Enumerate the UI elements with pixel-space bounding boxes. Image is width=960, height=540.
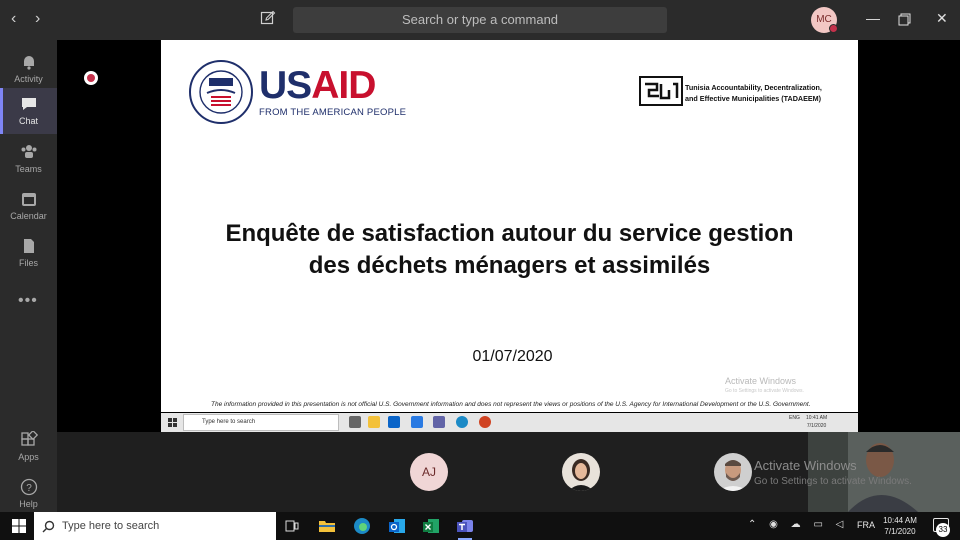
rail-label-activity: Activity [14, 74, 43, 84]
shared-screen-slide: USAID FROM THE AMERICAN PEOPLE Tunisia A… [161, 40, 858, 412]
file-explorer-icon [368, 416, 380, 428]
activate-windows-watermark-overlay-sub: Go to Settings to activate Windows. [754, 476, 912, 487]
participant-photo-woman[interactable] [562, 453, 600, 491]
rail-label-calendar: Calendar [10, 211, 47, 221]
powerpoint-icon [479, 416, 491, 428]
presenter-taskbar: Type here to search ENG 10:41 AM 7/1/202… [161, 413, 858, 432]
svg-text:?: ? [26, 483, 32, 494]
rail-label-help: Help [19, 499, 38, 509]
usaid-seal-logo [189, 60, 253, 124]
slide-disclaimer: The information provided in this present… [211, 401, 811, 408]
slide-title-line2: des déchets ménagers et assimilés [308, 252, 711, 279]
taskbar-date: 7/1/2020 [884, 527, 916, 536]
chat-icon [21, 98, 36, 110]
help-icon: ? [20, 478, 37, 496]
slide-title: Enquête de satisfaction autour du servic… [161, 218, 858, 282]
restore-icon[interactable] [898, 13, 911, 26]
teams-taskbar-button[interactable] [456, 517, 474, 540]
participant-avatar-aj[interactable]: AJ [410, 453, 448, 491]
minimize-icon[interactable]: — [866, 10, 880, 26]
excel-icon[interactable] [422, 517, 440, 535]
notification-count-badge: 33 [936, 523, 950, 537]
edge-icon[interactable] [353, 517, 371, 535]
rail-item-calendar[interactable]: Calendar [0, 183, 57, 229]
taskbar-time: 10:44 AM [883, 516, 917, 525]
activate-windows-watermark: Activate Windows [725, 376, 797, 386]
compose-icon[interactable] [260, 10, 276, 26]
tadaeem-line2: and Effective Municipalities (TADAEEM) [685, 94, 822, 103]
recording-indicator-icon [84, 71, 98, 85]
participant-photo-man[interactable] [714, 453, 752, 491]
rail-item-files[interactable]: Files [0, 230, 57, 276]
task-view-icon [349, 416, 361, 428]
input-language-indicator[interactable]: FRA [857, 520, 875, 530]
presenter-time: 10:41 AM [806, 415, 828, 421]
forward-arrow-icon[interactable]: › [35, 10, 40, 28]
edge-icon [456, 416, 468, 428]
close-icon[interactable]: ✕ [936, 10, 948, 27]
activate-windows-watermark-sub: Go to Settings to activate Windows. [725, 388, 804, 394]
participant-photo [714, 453, 752, 491]
system-tray-icons[interactable]: ⌃ ◉ ☁ ▭ ◁ [748, 519, 848, 530]
rail-item-teams[interactable]: Teams [0, 136, 57, 182]
tadaeem-program-name: Tunisia Accountability, Decentralization… [685, 82, 857, 104]
outlook-icon[interactable] [388, 517, 406, 535]
apps-icon [20, 431, 38, 446]
windows-taskbar: Type here to search ⌃ ◉ ☁ ▭ ◁ FRA 10:44 … [0, 512, 960, 540]
teams-app-icon [433, 416, 445, 428]
outlook-app-icon [411, 416, 423, 428]
rail-item-chat[interactable]: Chat [0, 88, 57, 134]
activate-windows-watermark-overlay: Activate Windows [754, 458, 857, 473]
search-icon [42, 520, 55, 533]
task-view-icon[interactable] [283, 517, 301, 535]
participant-photo [562, 453, 600, 491]
calendar-icon [21, 193, 36, 206]
presenter-date: 7/1/2020 [806, 423, 827, 429]
back-arrow-icon[interactable]: ‹ [11, 10, 16, 28]
taskbar-clock[interactable]: 10:44 AM 7/1/2020 [878, 515, 922, 537]
presence-status-icon [829, 24, 838, 33]
rail-label-chat: Chat [18, 116, 38, 126]
rail-label-files: Files [18, 258, 38, 268]
teams-icon [21, 145, 36, 158]
bell-icon [23, 56, 34, 70]
usaid-tagline: FROM THE AMERICAN PEOPLE [259, 107, 407, 118]
teams-title-bar: ‹ › Search or type a command MC — ✕ [0, 0, 960, 40]
files-icon [23, 239, 34, 253]
rail-item-help[interactable]: ? Help [0, 471, 57, 517]
slide-date: 01/07/2020 [472, 348, 553, 365]
windows-start-icon [168, 418, 177, 427]
app-rail: Activity Chat Teams Calendar Files ••• A… [0, 40, 57, 512]
presenter-search-box: Type here to search [183, 414, 339, 431]
windows-start-button[interactable] [12, 519, 26, 533]
teams-icon [457, 520, 473, 532]
command-search-box[interactable]: Search or type a command [293, 7, 667, 33]
taskbar-search-box[interactable]: Type here to search [34, 512, 276, 540]
outlook-icon [388, 416, 400, 428]
more-apps-icon[interactable]: ••• [18, 292, 38, 310]
rail-label-teams: Teams [15, 164, 42, 174]
file-explorer-icon[interactable] [318, 517, 336, 535]
slide-title-line1: Enquête de satisfaction autour du servic… [225, 220, 794, 247]
usaid-wordmark: USAID [259, 64, 376, 107]
rail-item-activity[interactable]: Activity [0, 46, 57, 92]
presenter-tray-lang: ENG [789, 415, 800, 421]
rail-item-apps[interactable]: Apps [0, 424, 57, 470]
presenter-clock: 10:41 AM 7/1/2020 [806, 414, 827, 430]
rail-label-apps: Apps [18, 452, 39, 462]
tadaeem-logo [639, 76, 683, 106]
tadaeem-line1: Tunisia Accountability, Decentralization… [685, 83, 822, 92]
